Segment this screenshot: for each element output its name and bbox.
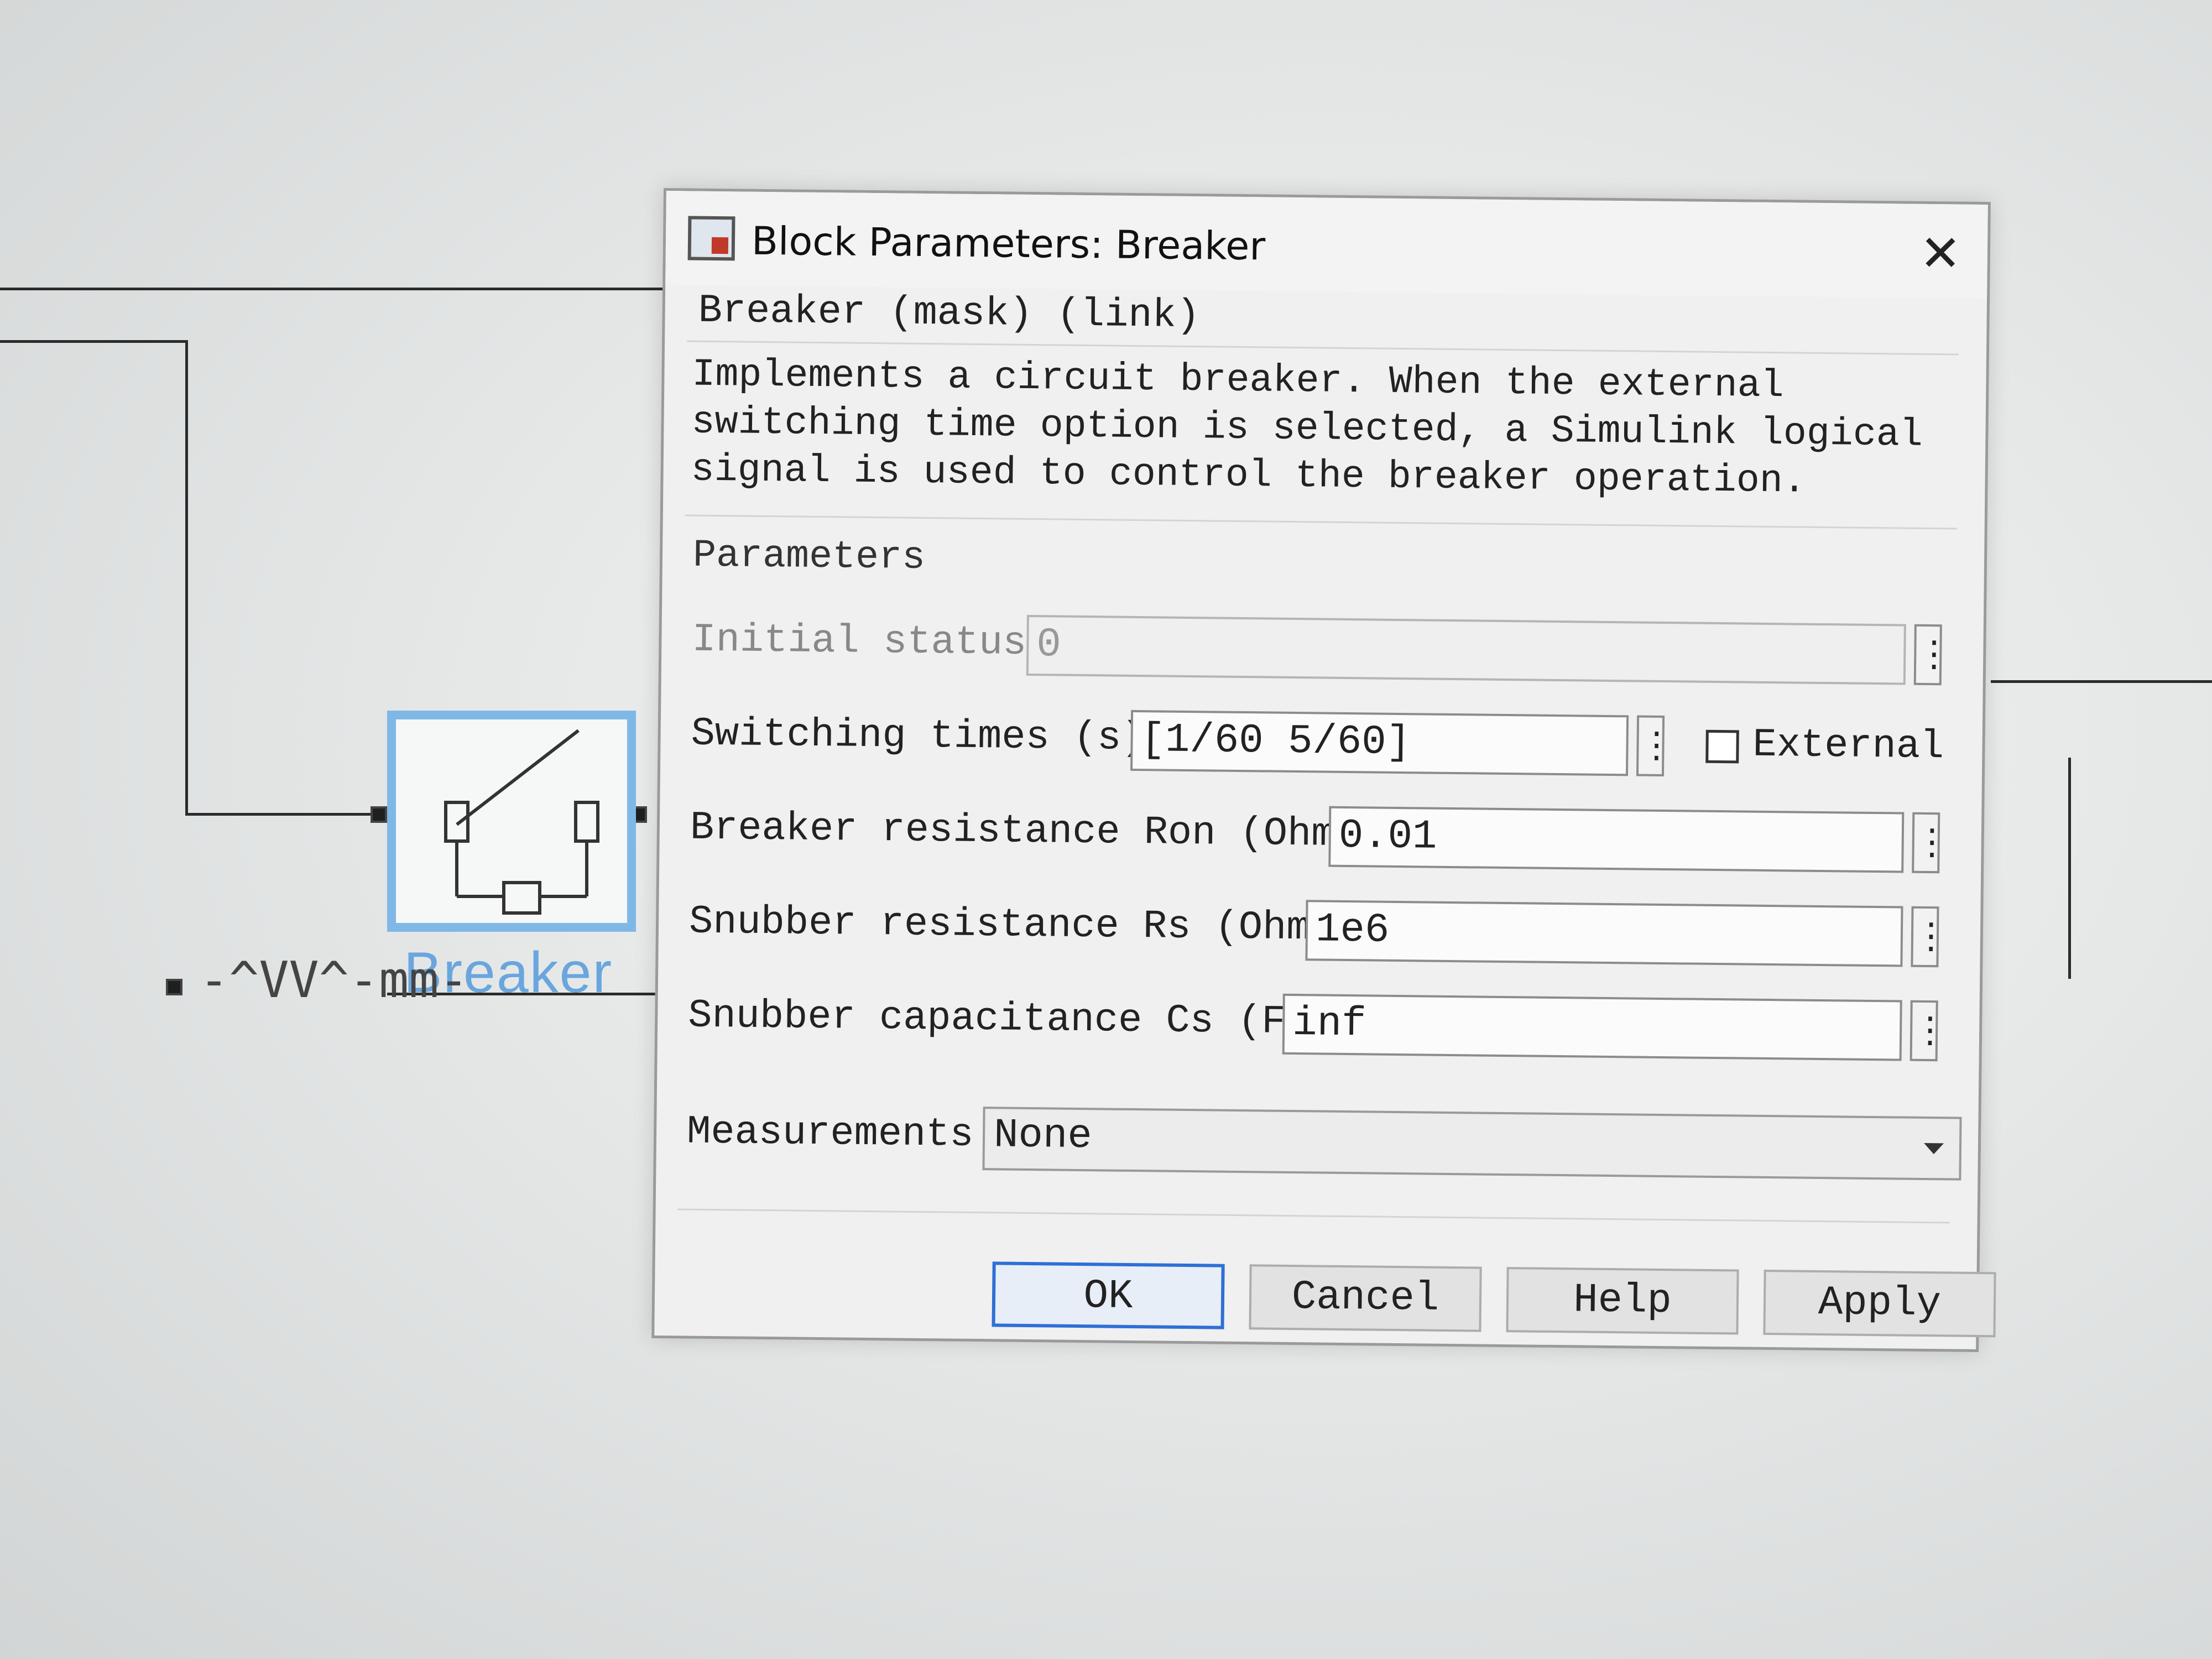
chevron-down-icon xyxy=(1923,1142,1944,1155)
wire-right-vertical xyxy=(2068,758,2071,979)
measurements-label: Measurements xyxy=(686,1109,974,1157)
initial-status-field[interactable]: 0 xyxy=(1026,614,1906,685)
rs-label: Snubber resistance Rs (Ohm): xyxy=(688,899,1359,952)
parameters-group-title: Parameters xyxy=(692,534,926,580)
apply-button[interactable]: Apply xyxy=(1763,1269,1996,1338)
initial-status-options-icon[interactable]: ⋮ xyxy=(1913,624,1952,686)
cs-label: Snubber capacitance Cs (F): xyxy=(687,993,1334,1045)
rs-options-icon[interactable]: ⋮ xyxy=(1911,906,1949,968)
switching-times-field[interactable]: [1/60 5/60] xyxy=(1130,709,1629,776)
wire-top xyxy=(0,288,686,290)
cs-options-icon[interactable]: ⋮ xyxy=(1910,1000,1948,1062)
separator-bottom xyxy=(677,1208,1950,1224)
input-port[interactable] xyxy=(371,806,387,823)
wire-to-block xyxy=(185,813,387,816)
measurements-value: None xyxy=(993,1112,1093,1160)
breaker-block[interactable] xyxy=(387,711,636,932)
ok-button[interactable]: OK xyxy=(992,1261,1225,1329)
external-checkbox[interactable] xyxy=(1705,729,1739,764)
block-parameters-dialog: Block Parameters: Breaker ✕ Breaker (mas… xyxy=(651,188,1996,1353)
wire-vertical-left xyxy=(185,340,188,816)
external-label[interactable]: External xyxy=(1752,722,1944,770)
cs-field[interactable]: inf xyxy=(1282,993,1902,1061)
dialog-titlebar[interactable]: Block Parameters: Breaker ✕ xyxy=(665,191,1988,299)
mask-subtitle: Breaker (mask) (link) xyxy=(698,288,1201,339)
rs-field[interactable]: 1e6 xyxy=(1305,900,1903,967)
block-description: Implements a circuit breaker. When the e… xyxy=(691,353,1923,504)
initial-status-label: Initial status: xyxy=(692,617,1051,666)
dialog-title: Block Parameters: Breaker xyxy=(751,218,1266,269)
breaker-switch-icon xyxy=(444,729,599,915)
cancel-button[interactable]: Cancel xyxy=(1249,1264,1482,1332)
separator-mid xyxy=(685,514,1957,530)
simulink-block-icon xyxy=(687,216,735,261)
ron-field[interactable]: 0.01 xyxy=(1328,806,1905,873)
ron-label: Breaker resistance Ron (Ohm): xyxy=(690,805,1384,858)
measurements-dropdown[interactable]: None xyxy=(982,1107,1962,1181)
bottom-port[interactable] xyxy=(166,979,182,995)
switching-times-options-icon[interactable]: ⋮ xyxy=(1636,715,1674,777)
rlc-branch-icon: -^VV^-mm- xyxy=(199,951,469,1009)
close-button[interactable]: ✕ xyxy=(1915,225,1965,283)
ron-options-icon[interactable]: ⋮ xyxy=(1912,812,1950,874)
switching-times-label: Switching times (s): xyxy=(691,711,1170,761)
wire-right xyxy=(1991,680,2212,683)
wire-top-left-branch xyxy=(0,340,188,343)
help-button[interactable]: Help xyxy=(1506,1267,1739,1335)
